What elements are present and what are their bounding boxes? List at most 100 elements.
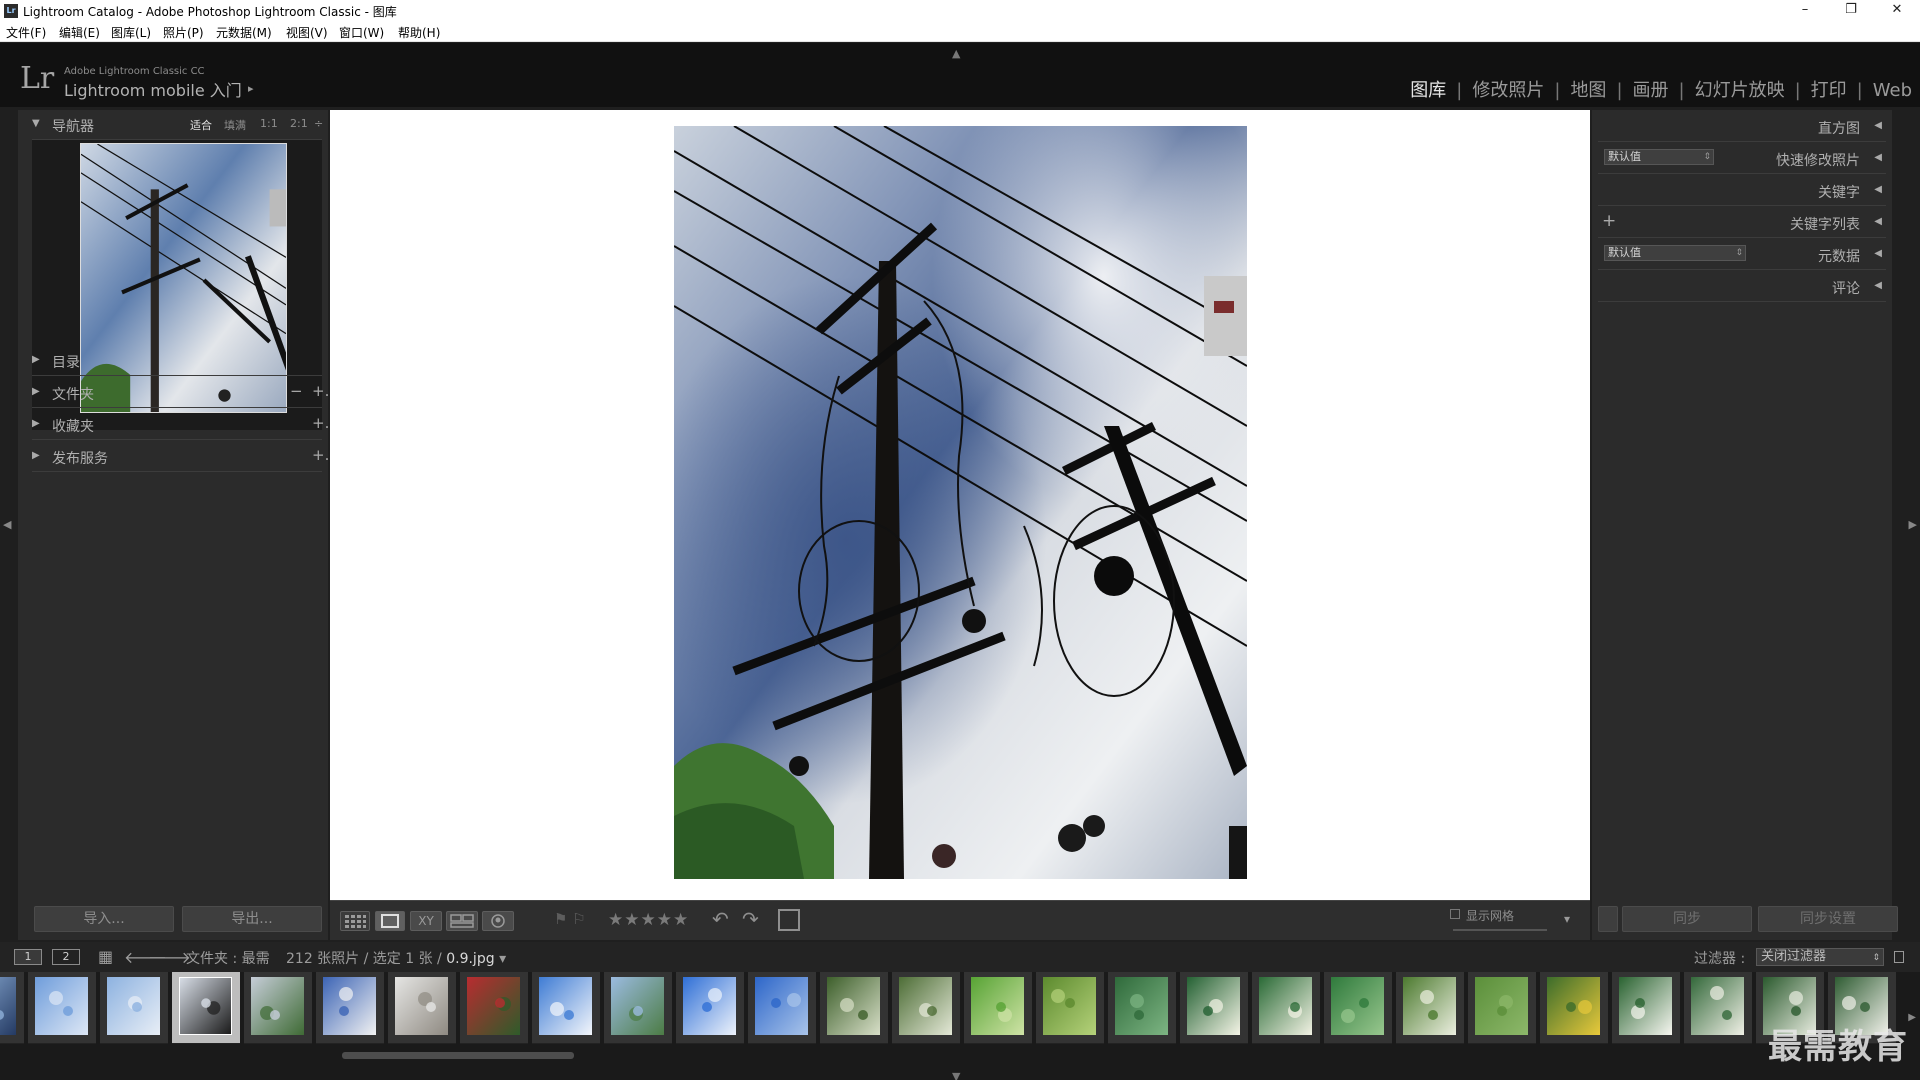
- filmstrip-right-icon[interactable]: ▶: [1908, 1012, 1916, 1023]
- remove-folder-icon[interactable]: −: [290, 382, 303, 400]
- sync-button[interactable]: 同步: [1622, 906, 1752, 932]
- thumbnail-white-blooms-2[interactable]: [1691, 977, 1744, 1035]
- thumbnail-yellow-flowers[interactable]: [1547, 977, 1600, 1035]
- forward-arrow-icon[interactable]: 🡒: [148, 947, 191, 967]
- grid-size-slider[interactable]: [1453, 929, 1547, 931]
- secondary-display-button[interactable]: 2: [52, 949, 80, 965]
- folders-header[interactable]: ▶ 文件夹 − +.: [32, 378, 329, 408]
- thumbnail-buildings[interactable]: [395, 977, 448, 1035]
- add-publish-service-icon[interactable]: +.: [312, 446, 329, 464]
- thumbnail-blue-sky-2[interactable]: [107, 977, 160, 1035]
- thumbnail-blue-clouds[interactable]: [539, 977, 592, 1035]
- grid-view-icon[interactable]: [340, 911, 370, 931]
- thumbnail-blue-sky[interactable]: [35, 977, 88, 1035]
- filmstrip-cell[interactable]: [28, 972, 96, 1044]
- filmstrip-cell[interactable]: [1396, 972, 1464, 1044]
- menu-metadata[interactable]: 元数据(M): [216, 24, 272, 41]
- thumbnail-green-field[interactable]: [1043, 977, 1096, 1035]
- filmstrip-cell[interactable]: [316, 972, 384, 1044]
- import-button[interactable]: 导入...: [34, 906, 174, 932]
- filmstrip-cell[interactable]: [1108, 972, 1176, 1044]
- thumbnail-green-leaf[interactable]: [971, 977, 1024, 1035]
- filmstrip-cell[interactable]: [244, 972, 312, 1044]
- menu-file[interactable]: 文件(F): [6, 24, 46, 41]
- play-arrow-icon[interactable]: ▸: [248, 82, 254, 95]
- module-develop[interactable]: 修改照片: [1472, 76, 1544, 102]
- restore-button[interactable]: ❐: [1828, 0, 1874, 22]
- thumbnail-white-blossom-2[interactable]: [899, 977, 952, 1035]
- minimize-button[interactable]: –: [1782, 0, 1828, 22]
- metadata-header[interactable]: 默认值 ⇕ 元数据 ◀: [1598, 238, 1886, 270]
- filmstrip-cell[interactable]: [1468, 972, 1536, 1044]
- close-button[interactable]: ✕: [1874, 0, 1920, 22]
- module-web[interactable]: Web: [1873, 80, 1912, 101]
- thumbnail-cloudy-sky[interactable]: [323, 977, 376, 1035]
- auto-sync-toggle[interactable]: [1598, 906, 1618, 932]
- rotate-right-icon[interactable]: ↷: [742, 907, 759, 931]
- expand-triangle-icon[interactable]: ◀: [1874, 120, 1882, 131]
- sync-settings-button[interactable]: 同步设置: [1758, 906, 1898, 932]
- module-map[interactable]: 地图: [1570, 76, 1606, 102]
- filmstrip-cell[interactable]: [460, 972, 528, 1044]
- thumbnail-green-building[interactable]: [611, 977, 664, 1035]
- menu-photo[interactable]: 照片(P): [163, 24, 204, 41]
- filmstrip-cell[interactable]: [1324, 972, 1392, 1044]
- zoom-fit[interactable]: 适合: [190, 117, 212, 133]
- compare-view-icon[interactable]: XY: [410, 911, 442, 931]
- filmstrip-cell[interactable]: [748, 972, 816, 1044]
- filmstrip-cell[interactable]: [100, 972, 168, 1044]
- filmstrip-cell[interactable]: [604, 972, 672, 1044]
- grid-icon[interactable]: ▦: [98, 947, 113, 966]
- filmstrip-cell[interactable]: [676, 972, 744, 1044]
- filmstrip-cell[interactable]: [532, 972, 600, 1044]
- filmstrip-cell[interactable]: [0, 972, 24, 1044]
- filmstrip-scrollbar[interactable]: [342, 1052, 574, 1059]
- thumbnail-red-flowers[interactable]: [467, 977, 520, 1035]
- module-print[interactable]: 打印: [1811, 76, 1847, 102]
- thumbnail-power-pole[interactable]: [179, 977, 232, 1035]
- thumbnail-white-blooms[interactable]: [1619, 977, 1672, 1035]
- navigator-header[interactable]: ▼ 导航器 适合 填满 1:1 2:1 ÷: [32, 110, 323, 140]
- expand-triangle-icon[interactable]: ◀: [1874, 184, 1882, 195]
- metadata-preset-select[interactable]: 默认值 ⇕: [1604, 245, 1746, 261]
- menu-edit[interactable]: 编辑(E): [59, 24, 100, 41]
- menu-window[interactable]: 窗口(W): [339, 24, 384, 41]
- filmstrip-cell[interactable]: [1252, 972, 1320, 1044]
- filmstrip-cell[interactable]: [892, 972, 960, 1044]
- add-keyword-icon[interactable]: +: [1602, 211, 1616, 231]
- expand-triangle-icon[interactable]: ◀: [1874, 280, 1882, 291]
- filmstrip-cell[interactable]: [1612, 972, 1680, 1044]
- expand-triangle-icon[interactable]: ▶: [32, 450, 40, 461]
- module-slideshow[interactable]: 幻灯片放映: [1695, 76, 1785, 102]
- expand-triangle-icon[interactable]: ▼: [32, 118, 40, 129]
- thumbnail-white-blossom[interactable]: [827, 977, 880, 1035]
- add-collection-icon[interactable]: +.: [312, 414, 329, 432]
- mobile-getting-started[interactable]: Lightroom mobile 入门: [64, 77, 242, 101]
- filmstrip-source[interactable]: 文件夹 : 最需: [186, 948, 270, 968]
- add-folder-icon[interactable]: +.: [312, 382, 329, 400]
- collapse-right-icon[interactable]: ▶: [1909, 518, 1917, 531]
- collapse-left-icon[interactable]: ◀: [3, 518, 11, 531]
- filmstrip-cell[interactable]: [1180, 972, 1248, 1044]
- menu-view[interactable]: 视图(V): [286, 24, 328, 41]
- people-view-icon[interactable]: [482, 911, 514, 931]
- catalog-header[interactable]: ▶ 目录: [32, 346, 322, 376]
- collapse-bottom-icon[interactable]: ▼: [952, 1070, 960, 1080]
- thumbnail-white-cluster[interactable]: [1403, 977, 1456, 1035]
- filmstrip-cell[interactable]: [1036, 972, 1104, 1044]
- primary-display-button[interactable]: 1: [14, 949, 42, 965]
- crop-overlay-icon[interactable]: [778, 909, 800, 931]
- source-dropdown-icon[interactable]: ▾: [499, 951, 506, 967]
- thumbnail-white-flower-2[interactable]: [1259, 977, 1312, 1035]
- toolbar-options-dropdown[interactable]: ▾: [1564, 912, 1570, 926]
- loupe-view-icon[interactable]: [375, 911, 405, 931]
- expand-triangle-icon[interactable]: ◀: [1874, 248, 1882, 259]
- filter-lock-icon[interactable]: [1894, 951, 1904, 963]
- expand-triangle-icon[interactable]: ◀: [1874, 152, 1882, 163]
- thumbnail-grass[interactable]: [1475, 977, 1528, 1035]
- module-book[interactable]: 画册: [1633, 76, 1669, 102]
- menu-help[interactable]: 帮助(H): [398, 24, 440, 41]
- thumbnail-green-shrub[interactable]: [1115, 977, 1168, 1035]
- survey-view-icon[interactable]: [446, 911, 478, 931]
- zoom-fill[interactable]: 填满: [224, 117, 246, 133]
